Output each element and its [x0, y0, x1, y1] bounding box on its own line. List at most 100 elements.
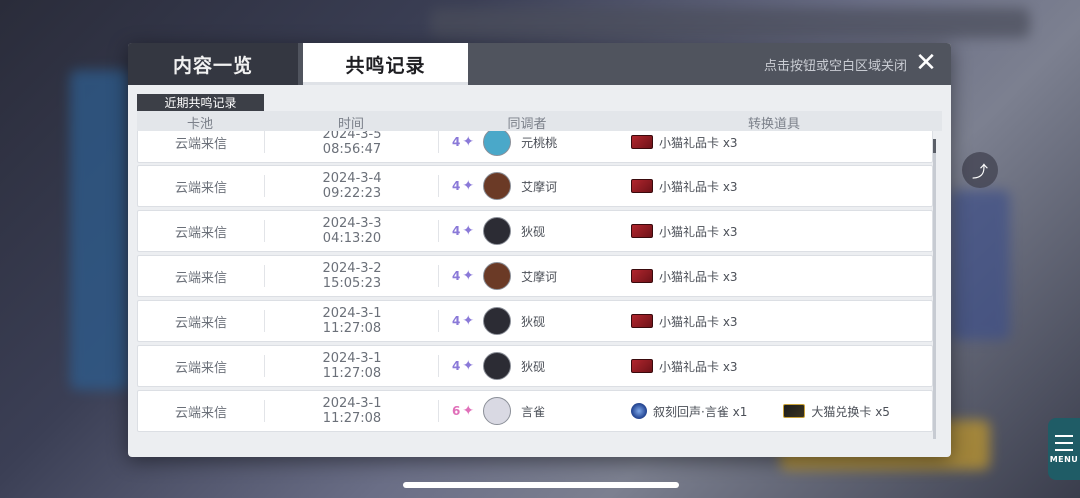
- items-cell: 小猫礼品卡 x3: [631, 301, 931, 341]
- menu-button[interactable]: MENU: [1048, 418, 1080, 480]
- sparkle-star-icon: ✦: [462, 313, 475, 329]
- table-row[interactable]: 云端来信 2024-3-2 15:05:23 4 ✦ 艾摩诃 小猫礼品卡 x3: [137, 255, 933, 297]
- background-panel-right: [950, 190, 1010, 340]
- rarity-value: 4: [452, 179, 461, 193]
- avatar: [483, 352, 512, 380]
- gold-exchange-card-icon: [783, 404, 806, 418]
- red-gift-card-icon: [631, 224, 653, 238]
- column-header-items: 转换道具: [747, 117, 800, 132]
- scrollbar-thumb[interactable]: [933, 139, 936, 153]
- item-name: 小猫礼品卡 x3: [659, 224, 738, 239]
- character-name: 艾摩诃: [521, 179, 558, 194]
- dialog-header: 内容一览 共鸣记录 点击按钮或空白区域关闭 ✕: [128, 43, 951, 85]
- table-row[interactable]: 云端来信 2024-3-1 11:27:08 4 ✦ 狄砚 小猫礼品卡 x3: [137, 345, 933, 387]
- character-cell: 4 ✦ 元桃桃: [452, 131, 622, 162]
- item-name: 小猫礼品卡 x3: [659, 179, 738, 194]
- character-name: 狄砚: [521, 359, 546, 374]
- table-row[interactable]: 云端来信 2024-3-3 04:13:20 4 ✦ 狄砚 小猫礼品卡 x3: [137, 210, 933, 252]
- sparkle-star-icon: ✦: [462, 358, 475, 374]
- resonance-record-dialog: 内容一览 共鸣记录 点击按钮或空白区域关闭 ✕ 近期共鸣记录 卡池 时间 同调者…: [128, 43, 951, 457]
- pool-cell: 云端来信: [138, 220, 265, 242]
- time-cell: 2024-3-3 04:13:20: [266, 216, 439, 246]
- rarity-value: 4: [452, 359, 461, 373]
- share-button[interactable]: ⤴: [962, 152, 998, 188]
- pool-cell: 云端来信: [138, 175, 265, 197]
- item-name: 小猫礼品卡 x3: [659, 269, 738, 284]
- column-header-pool: 卡池: [186, 117, 213, 132]
- record-date: 2024-3-2: [322, 261, 382, 276]
- rarity-value: 4: [452, 224, 461, 238]
- item-name: 小猫礼品卡 x3: [659, 135, 738, 150]
- column-header-time: 时间: [337, 117, 364, 132]
- character-name: 元桃桃: [521, 135, 558, 150]
- hamburger-icon: [1055, 434, 1073, 451]
- record-date: 2024-3-5: [322, 131, 382, 142]
- sparkle-star-icon: ✦: [462, 134, 475, 150]
- character-cell: 4 ✦ 艾摩诃: [452, 166, 622, 206]
- home-indicator[interactable]: [403, 482, 679, 488]
- red-gift-card-icon: [631, 269, 653, 283]
- table-row[interactable]: 云端来信 2024-3-4 09:22:23 4 ✦ 艾摩诃 小猫礼品卡 x3: [137, 165, 933, 207]
- items-cell: 小猫礼品卡 x3: [631, 346, 931, 386]
- echo-orb-icon: [631, 403, 647, 419]
- table-row[interactable]: 云端来信 2024-3-1 11:27:08 6 ✦ 言雀 叙刻回声·言雀 x1…: [137, 390, 933, 432]
- time-cell: 2024-3-1 11:27:08: [266, 306, 439, 336]
- items-cell: 小猫礼品卡 x3: [631, 166, 931, 206]
- items-cell: 叙刻回声·言雀 x1 大猫兑换卡 x5: [631, 391, 931, 431]
- rarity-value: 6: [452, 404, 461, 418]
- sparkle-star-icon: ✦: [462, 403, 475, 419]
- sparkle-star-icon: ✦: [462, 178, 475, 194]
- avatar: [483, 131, 512, 156]
- background-top-bar: [430, 8, 1030, 38]
- column-headers: 卡池 时间 同调者 转换道具: [137, 111, 942, 132]
- pool-cell: 云端来信: [138, 400, 265, 422]
- record-time: 11:27:08: [322, 411, 382, 426]
- record-date: 2024-3-3: [322, 216, 382, 231]
- record-list[interactable]: 云端来信 2024-3-5 08:56:47 4 ✦ 元桃桃 小猫礼品卡 x3 …: [137, 131, 937, 447]
- column-header-character: 同调者: [507, 117, 547, 132]
- pool-cell: 云端来信: [138, 310, 265, 332]
- avatar: [483, 172, 512, 200]
- items-cell: 小猫礼品卡 x3: [631, 131, 931, 162]
- sparkle-star-icon: ✦: [462, 223, 475, 239]
- record-date: 2024-3-4: [322, 171, 382, 186]
- record-time: 11:27:08: [322, 366, 382, 381]
- red-gift-card-icon: [631, 179, 653, 193]
- character-cell: 6 ✦ 言雀: [452, 391, 622, 431]
- sparkle-star-icon: ✦: [462, 268, 475, 284]
- record-date: 2024-3-1: [322, 396, 382, 411]
- character-cell: 4 ✦ 狄砚: [452, 301, 622, 341]
- tab-resonance-records[interactable]: 共鸣记录: [303, 43, 468, 85]
- record-time: 08:56:47: [322, 142, 382, 157]
- rarity-value: 4: [452, 269, 461, 283]
- record-date: 2024-3-1: [322, 306, 382, 321]
- table-row[interactable]: 云端来信 2024-3-1 11:27:08 4 ✦ 狄砚 小猫礼品卡 x3: [137, 300, 933, 342]
- red-gift-card-icon: [631, 314, 653, 328]
- record-date: 2024-3-1: [322, 351, 382, 366]
- rarity-value: 4: [452, 314, 461, 328]
- tab-content-overview[interactable]: 内容一览: [128, 43, 298, 85]
- item-name: 小猫礼品卡 x3: [659, 359, 738, 374]
- item-name: 叙刻回声·言雀 x1: [653, 404, 748, 419]
- time-cell: 2024-3-1 11:27:08: [266, 351, 439, 381]
- pool-cell: 云端来信: [138, 265, 265, 287]
- scrollbar-track[interactable]: [933, 139, 936, 439]
- close-icon[interactable]: ✕: [915, 50, 937, 76]
- character-cell: 4 ✦ 狄砚: [452, 346, 622, 386]
- item-name: 小猫礼品卡 x3: [659, 314, 738, 329]
- pool-cell: 云端来信: [138, 355, 265, 377]
- time-cell: 2024-3-2 15:05:23: [266, 261, 439, 291]
- time-cell: 2024-3-4 09:22:23: [266, 171, 439, 201]
- character-name: 狄砚: [521, 314, 546, 329]
- avatar: [483, 217, 512, 245]
- record-time: 15:05:23: [322, 276, 382, 291]
- close-hint-text: 点击按钮或空白区域关闭: [763, 59, 907, 74]
- red-gift-card-icon: [631, 359, 653, 373]
- record-time: 09:22:23: [322, 186, 382, 201]
- table-row[interactable]: 云端来信 2024-3-5 08:56:47 4 ✦ 元桃桃 小猫礼品卡 x3: [137, 131, 933, 163]
- character-name: 言雀: [521, 404, 546, 419]
- menu-label: MENU: [1049, 454, 1079, 464]
- section-label: 近期共鸣记录: [137, 94, 264, 112]
- character-cell: 4 ✦ 狄砚: [452, 211, 622, 251]
- avatar: [483, 262, 512, 290]
